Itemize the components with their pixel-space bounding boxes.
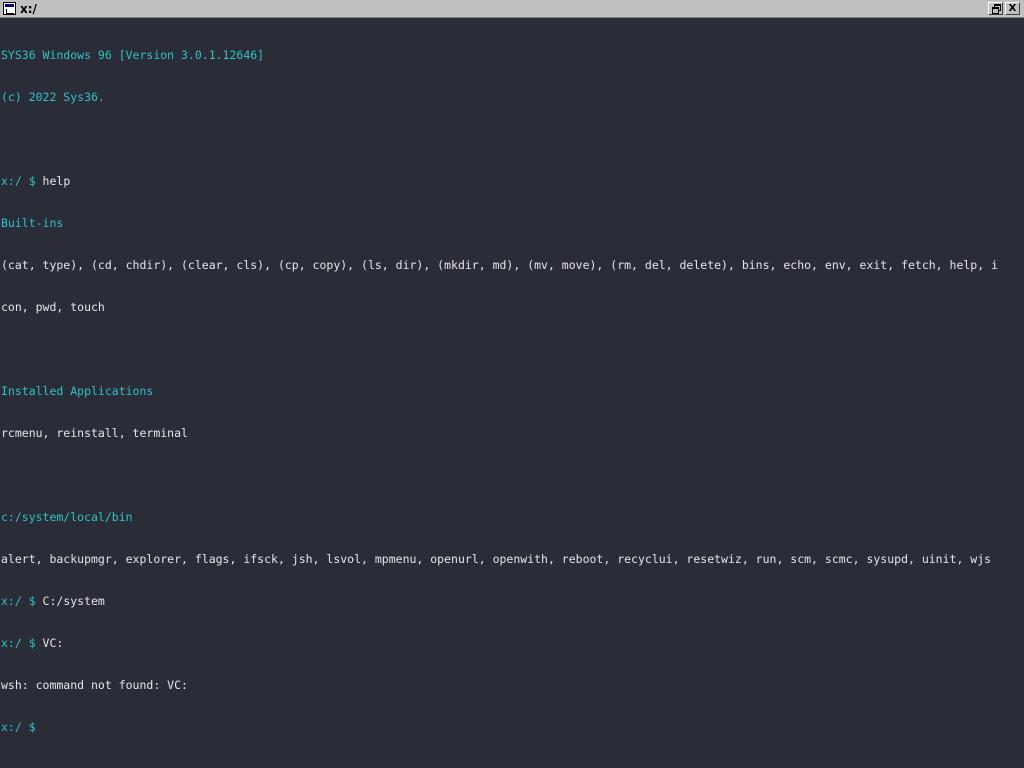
title-bar[interactable]: x:/ X — [0, 0, 1024, 18]
active-prompt-line[interactable]: x:/ $ — [1, 720, 1024, 734]
restore-icon — [992, 4, 1001, 14]
prompt: x:/ $ — [1, 174, 43, 188]
error-message: wsh: command not found: VC: — [1, 678, 188, 692]
command-text: help — [42, 174, 71, 188]
installed-apps-list: rcmenu, reinstall, terminal — [1, 426, 188, 440]
command-line-system: x:/ $ C:/system — [1, 594, 1024, 608]
banner-version: SYS36 Windows 96 [Version 3.0.1.12646] — [1, 48, 265, 62]
terminal-app-icon[interactable] — [3, 2, 16, 15]
terminal-window: x:/ X SYS36 Windows 96 [Version 3.0.1.12… — [0, 0, 1024, 768]
prompt: x:/ $ — [1, 636, 43, 650]
terminal-output[interactable]: SYS36 Windows 96 [Version 3.0.1.12646] (… — [0, 20, 1024, 768]
command-line-vc: x:/ $ VC: — [1, 636, 1024, 650]
command-line-help: x:/ $ help — [1, 174, 1024, 188]
bin-list: alert, backupmgr, explorer, flags, ifsck… — [1, 552, 992, 566]
prompt: x:/ $ — [1, 720, 43, 734]
installed-apps-heading: Installed Applications — [1, 384, 154, 398]
command-text: VC: — [42, 636, 64, 650]
close-button[interactable]: X — [1005, 2, 1020, 15]
window-title: x:/ — [20, 2, 37, 16]
bin-heading: c:/system/local/bin — [1, 510, 133, 524]
prompt: x:/ $ — [1, 594, 43, 608]
builtins-list-line1: (cat, type), (cd, chdir), (clear, cls), … — [1, 258, 998, 272]
close-icon: X — [1008, 3, 1017, 14]
banner-copyright: (c) 2022 Sys36. — [1, 90, 105, 104]
builtins-heading: Built-ins — [1, 216, 64, 230]
command-text: C:/system — [42, 594, 105, 608]
builtins-list-line2: con, pwd, touch — [1, 300, 105, 314]
restore-button[interactable] — [988, 2, 1003, 15]
